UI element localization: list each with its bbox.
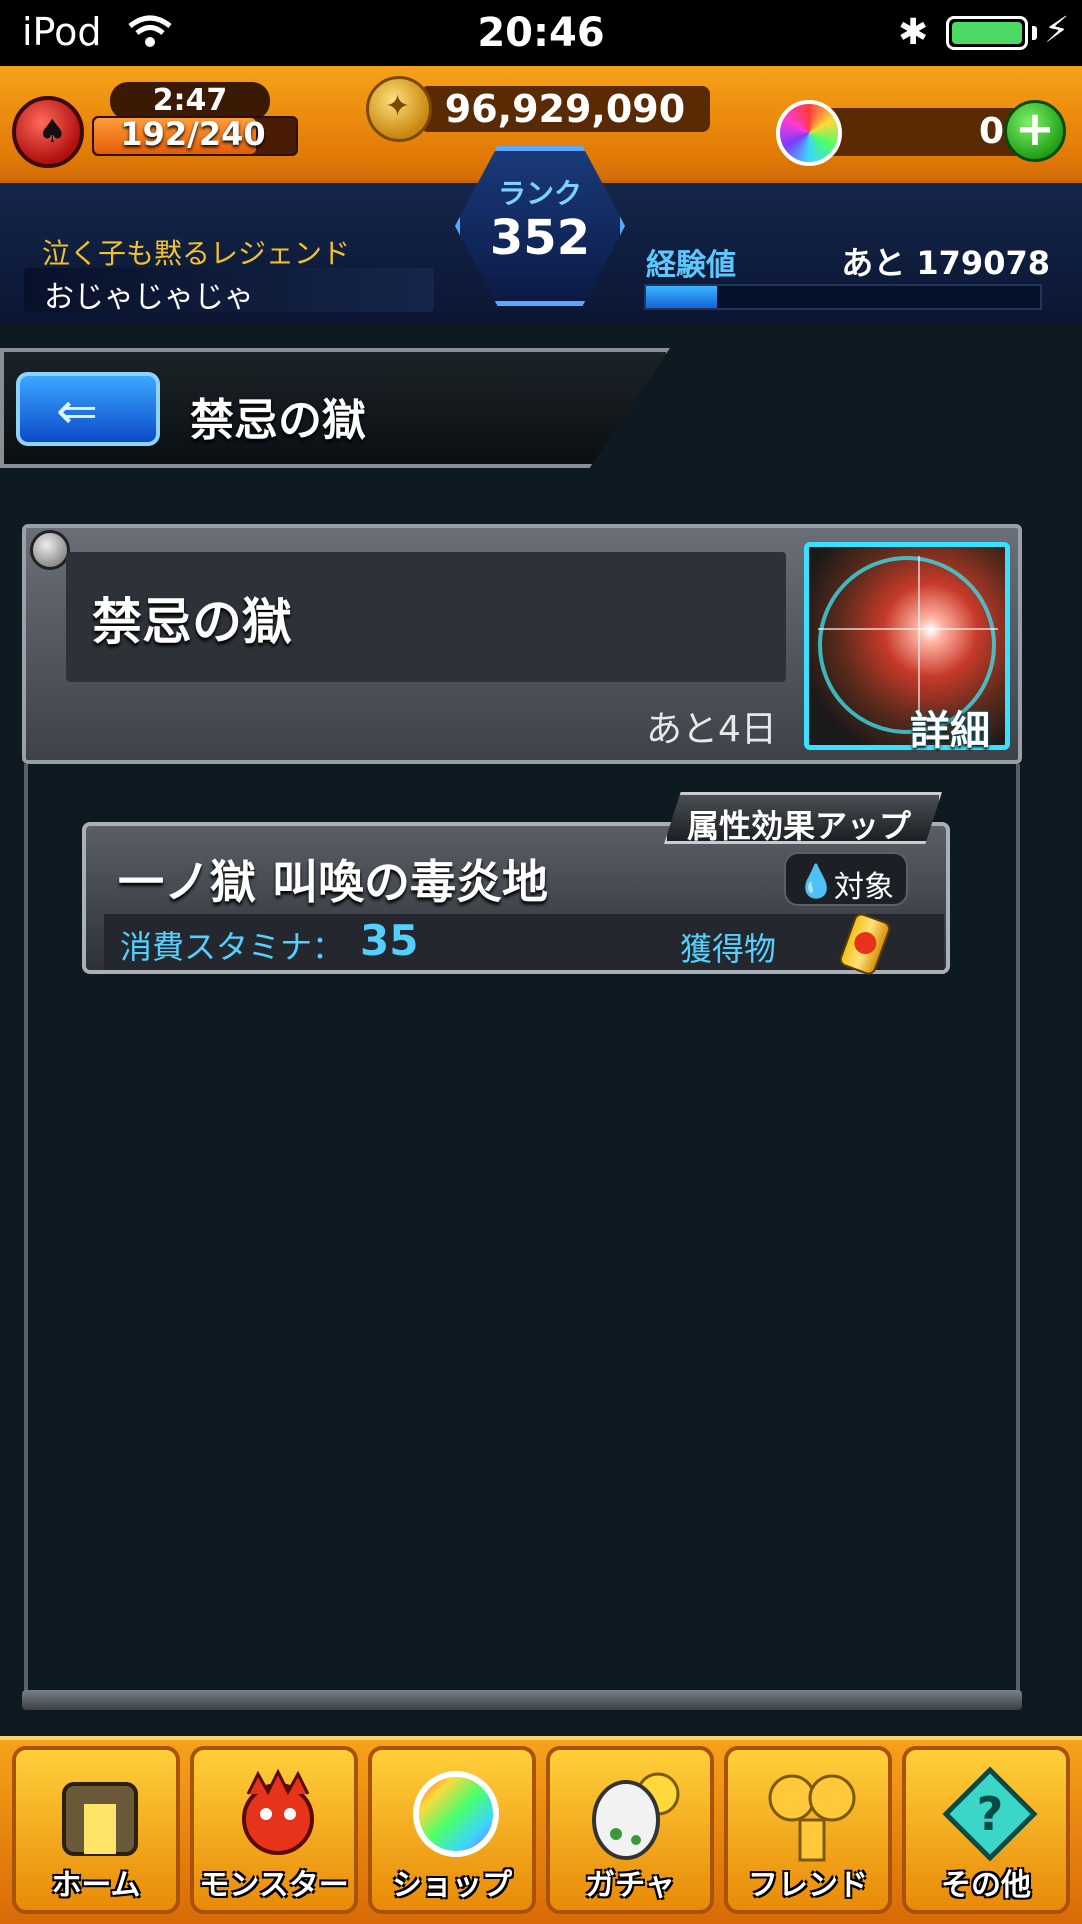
nav-gacha-label: ガチャ bbox=[585, 1868, 675, 1903]
nav-monster[interactable]: モンスター bbox=[190, 1746, 358, 1914]
attribute-boost-tag: 属性効果アップ bbox=[664, 792, 942, 844]
player-name-box[interactable]: おじゃじゃじゃ bbox=[24, 268, 434, 315]
balloons-icon bbox=[768, 1774, 856, 1862]
nav-home[interactable]: ホーム bbox=[12, 1746, 180, 1914]
panel-bottom-edge bbox=[22, 1690, 1022, 1710]
nav-shop[interactable]: ショップ bbox=[368, 1746, 536, 1914]
attribute-boost-label: 属性効果アップ bbox=[687, 807, 912, 845]
orb-icon bbox=[413, 1771, 499, 1857]
stamina-cost-value: 35 bbox=[360, 916, 419, 965]
arrow-left-icon: ⇐ bbox=[56, 382, 98, 440]
reward-label: 獲得物 bbox=[680, 930, 777, 968]
crosshair-horizontal bbox=[818, 628, 998, 630]
coin-count: 96,929,090 bbox=[444, 87, 686, 131]
exp-bar bbox=[644, 284, 1042, 310]
monster-icon bbox=[242, 1768, 314, 1855]
water-drop-icon: 💧 bbox=[796, 862, 836, 900]
back-button[interactable]: ⇐ bbox=[16, 372, 160, 446]
pin-icon bbox=[30, 530, 70, 570]
page-title: 禁忌の獄 bbox=[190, 395, 366, 446]
home-gate-icon bbox=[62, 1782, 138, 1856]
nav-monster-label: モンスター bbox=[199, 1868, 349, 1903]
battery-tip bbox=[1032, 26, 1037, 40]
quest-card-title: 禁忌の獄 bbox=[92, 593, 292, 651]
nav-friend-label: フレンド bbox=[748, 1868, 868, 1903]
stamina-icon: ♠ bbox=[12, 96, 84, 168]
stamina-value: 192/240 bbox=[120, 115, 266, 153]
egg-icon bbox=[592, 1772, 680, 1860]
player-name: おじゃじゃじゃ bbox=[44, 280, 254, 315]
battery-icon bbox=[946, 16, 1028, 50]
nav-home-label: ホーム bbox=[51, 1868, 141, 1903]
bluetooth-icon: ✱ bbox=[898, 12, 929, 53]
stage-title: 一ノ獄 叫喚の毒炎地 bbox=[118, 855, 549, 909]
player-title: 泣く子も黙るレジェンド bbox=[42, 237, 351, 270]
quest-remaining-days: あと4日 bbox=[646, 709, 777, 750]
exp-label: 経験値 bbox=[646, 248, 736, 283]
nav-other-label: その他 bbox=[941, 1868, 1031, 1903]
nav-gacha[interactable]: ガチャ bbox=[546, 1746, 714, 1914]
question-icon: ? bbox=[942, 1766, 1038, 1862]
rank-label: ランク bbox=[497, 177, 582, 210]
detail-label: 詳細 bbox=[910, 708, 990, 754]
stamina-cost-label: 消費スタミナ： bbox=[120, 928, 345, 966]
nav-shop-label: ショップ bbox=[392, 1868, 512, 1903]
exp-remaining: あと 179078 bbox=[841, 244, 1050, 282]
status-bar: iPod 20:46 ✱ ⚡ bbox=[0, 0, 1082, 66]
target-label: 対象 bbox=[834, 870, 894, 905]
rank-value: 352 bbox=[489, 210, 591, 266]
svg-text:?: ? bbox=[977, 1787, 1004, 1841]
nav-friend[interactable]: フレンド bbox=[724, 1746, 892, 1914]
orb-count: 0 bbox=[978, 111, 1004, 152]
charging-icon: ⚡ bbox=[1044, 10, 1070, 51]
nav-other[interactable]: ? その他 bbox=[902, 1746, 1070, 1914]
add-orb-button[interactable]: + bbox=[1004, 100, 1066, 162]
target-badge: 💧 対象 bbox=[784, 852, 908, 906]
